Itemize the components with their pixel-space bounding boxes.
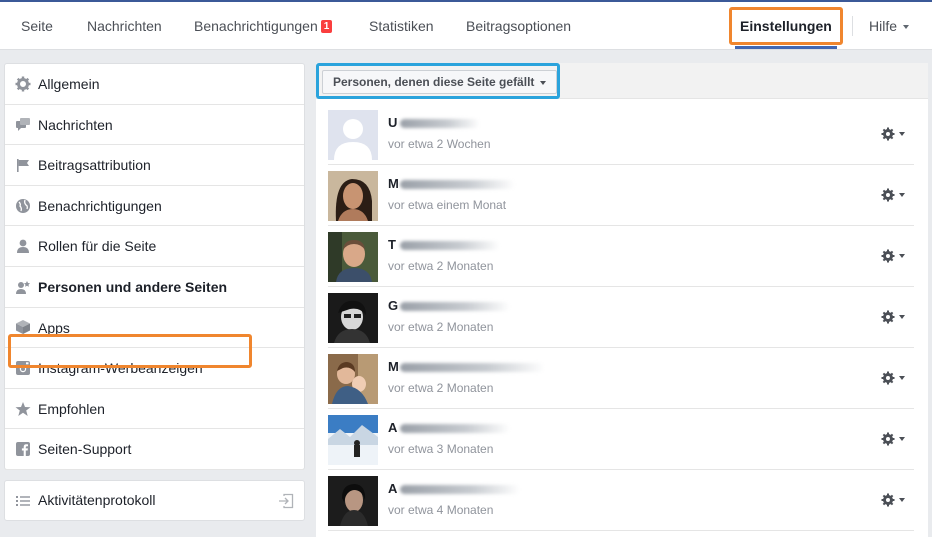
tab-nachrichten[interactable]: Nachrichten	[87, 2, 162, 50]
facebook-icon	[16, 442, 30, 457]
avatar[interactable]	[328, 415, 378, 465]
activity-log-link[interactable]: Aktivitätenprotokoll	[4, 480, 305, 521]
nav-divider	[852, 16, 853, 36]
list-item: A vor etwa 4 Monaten	[328, 470, 914, 531]
list-item: U vor etwa 2 Wochen	[328, 104, 914, 165]
person-name[interactable]: U	[388, 115, 397, 130]
avatar[interactable]	[328, 232, 378, 282]
person-icon	[17, 239, 29, 254]
settings-sidebar: Allgemein Nachrichten Beitragsattributio…	[4, 63, 305, 470]
notification-count-badge: 1	[320, 20, 333, 33]
redacted-name	[400, 363, 545, 372]
liked-time: vor etwa 2 Wochen	[388, 137, 491, 151]
person-name[interactable]: A	[388, 481, 397, 496]
avatar[interactable]	[328, 354, 378, 404]
sidebar-item-nachrichten[interactable]: Nachrichten	[5, 105, 304, 146]
sidebar-item-seiten-support[interactable]: Seiten-Support	[5, 429, 304, 470]
person-name[interactable]: A	[388, 420, 397, 435]
open-log-icon	[279, 493, 294, 509]
tab-benachrichtigungen-label: Benachrichtigungen	[194, 18, 318, 34]
tab-hilfe[interactable]: Hilfe	[869, 2, 910, 50]
liked-time: vor etwa 2 Monaten	[388, 259, 494, 273]
cube-icon	[16, 320, 30, 335]
liked-time: vor etwa 2 Monaten	[388, 381, 494, 395]
sidebar-item-benachrichtigungen[interactable]: Benachrichtigungen	[5, 186, 304, 227]
row-settings-gear-icon[interactable]	[880, 187, 908, 203]
people-panel-header: Personen, denen diese Seite gefällt	[316, 63, 928, 99]
sidebar-item-label: Nachrichten	[38, 116, 113, 133]
sidebar-item-personen-und-andere-seiten[interactable]: Personen und andere Seiten	[5, 267, 304, 308]
liked-time: vor etwa 2 Monaten	[388, 320, 494, 334]
globe-icon	[16, 198, 30, 213]
person-name[interactable]: M	[388, 359, 399, 374]
people-panel: Personen, denen diese Seite gefällt U vo…	[316, 63, 928, 537]
sidebar-item-label: Benachrichtigungen	[38, 197, 162, 214]
chat-icon	[16, 118, 30, 132]
row-settings-gear-icon[interactable]	[880, 370, 908, 386]
annotation-highlight-filter	[316, 63, 560, 99]
page-top-nav: Seite Nachrichten Benachrichtigungen 1 St…	[0, 0, 932, 50]
liked-time: vor etwa einem Monat	[388, 198, 507, 212]
list-item: G vor etwa 2 Monaten	[328, 287, 914, 348]
sidebar-item-empfohlen[interactable]: Empfohlen	[5, 389, 304, 430]
redacted-name	[400, 302, 510, 311]
gear-icon	[15, 76, 31, 92]
row-settings-gear-icon[interactable]	[880, 431, 908, 447]
redacted-name	[400, 180, 515, 189]
people-icon	[16, 280, 30, 294]
liked-time: vor etwa 4 Monaten	[388, 503, 494, 517]
sidebar-item-label: Rollen für die Seite	[38, 238, 157, 255]
person-name[interactable]: T	[388, 237, 396, 252]
sidebar-item-label: Beitragsattribution	[38, 157, 151, 174]
sidebar-item-label: Personen und andere Seiten	[38, 278, 228, 295]
sidebar-item-allgemein[interactable]: Allgemein	[5, 64, 304, 105]
redacted-name	[400, 424, 510, 433]
tab-hilfe-label: Hilfe	[869, 18, 898, 34]
row-settings-gear-icon[interactable]	[880, 309, 908, 325]
tab-beitragsoptionen[interactable]: Beitragsoptionen	[466, 2, 571, 50]
person-name[interactable]: M	[388, 176, 399, 191]
tab-statistiken[interactable]: Statistiken	[369, 2, 434, 50]
star-icon	[15, 401, 31, 416]
redacted-name	[400, 241, 500, 250]
annotation-highlight-einstellungen	[729, 7, 843, 45]
redacted-name	[400, 119, 480, 128]
redacted-name	[400, 485, 520, 494]
tab-benachrichtigungen[interactable]: Benachrichtigungen 1	[194, 2, 333, 50]
liked-time: vor etwa 3 Monaten	[388, 442, 494, 456]
sidebar-item-label: Seiten-Support	[38, 441, 132, 458]
list-icon	[16, 496, 30, 506]
list-item: M vor etwa 2 Monaten	[328, 348, 914, 409]
avatar[interactable]	[328, 171, 378, 221]
avatar[interactable]	[328, 476, 378, 526]
avatar[interactable]	[328, 293, 378, 343]
person-name[interactable]: G	[388, 298, 398, 313]
tab-seite[interactable]: Seite	[21, 2, 53, 50]
avatar[interactable]	[328, 110, 378, 160]
list-item: A vor etwa 3 Monaten	[328, 409, 914, 470]
list-item: M vor etwa einem Monat	[328, 165, 914, 226]
row-settings-gear-icon[interactable]	[880, 492, 908, 508]
annotation-highlight-personen	[8, 334, 252, 368]
activity-log-label: Aktivitätenprotokoll	[38, 492, 156, 508]
sidebar-item-label: Empfohlen	[38, 400, 105, 417]
row-settings-gear-icon[interactable]	[880, 126, 908, 142]
list-item: T vor etwa 2 Monaten	[328, 226, 914, 287]
sidebar-item-rollen[interactable]: Rollen für die Seite	[5, 226, 304, 267]
sidebar-item-label: Allgemein	[38, 76, 100, 92]
flag-icon	[17, 158, 29, 172]
sidebar-item-beitragsattribution[interactable]: Beitragsattribution	[5, 145, 304, 186]
chevron-down-icon	[903, 25, 910, 30]
row-settings-gear-icon[interactable]	[880, 248, 908, 264]
